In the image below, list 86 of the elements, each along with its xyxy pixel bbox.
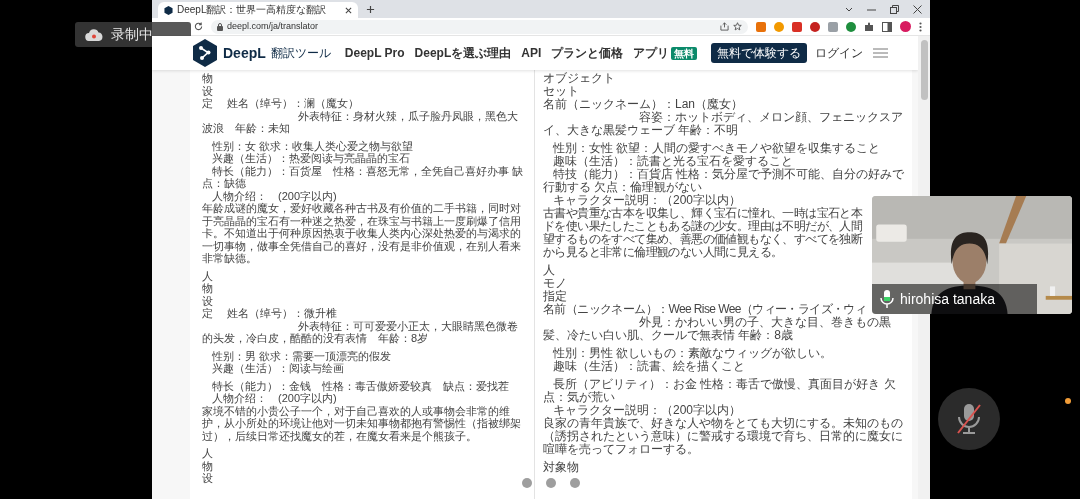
reload-icon[interactable] xyxy=(194,22,203,31)
new-tab-icon[interactable] xyxy=(366,5,375,14)
text-line: 物 xyxy=(202,282,213,295)
text-line: 名前（ニックネーム）：Lan（魔女） xyxy=(543,98,744,111)
new-badge: 無料 xyxy=(671,46,698,60)
text-line: オブジェクト xyxy=(543,72,615,85)
extension-icon[interactable] xyxy=(756,21,766,32)
free-trial-button[interactable]: 無料で体験する xyxy=(711,43,807,63)
close-icon[interactable] xyxy=(345,6,352,14)
text-line: 定 xyxy=(202,307,213,320)
text-line: 特技（能力）：百貨店 性格：気分屋で予測不可能、自分の好みで行動する 欠点：倫理観がない xyxy=(543,168,906,194)
text-line: 外見：かわいい男の子、大きな目、巻きもの黒髪、冷たい白い肌、クールで無表情 年齢：8歳 xyxy=(543,316,892,342)
text-line: 人 xyxy=(202,447,213,460)
text-line: 人物介绍： (200字以内) xyxy=(211,189,337,202)
nav-link[interactable]: DeepL Pro xyxy=(344,44,405,62)
text-line: 设 xyxy=(202,472,213,485)
text-line: 人 xyxy=(543,264,555,277)
text-line: キャラクター説明：（200字以内） xyxy=(552,404,742,417)
brand-name: DeepL xyxy=(223,43,266,63)
text-line: 物 xyxy=(202,72,213,85)
puzzle-icon[interactable] xyxy=(864,21,874,32)
chevron-down-icon[interactable] xyxy=(845,6,853,13)
microphone-icon xyxy=(955,402,983,436)
text-line: 性别：女 欲求：收集人类心爱之物与欲望 xyxy=(211,139,414,152)
text-line: 特长（能力）：百货屋 性格：喜怒无常，全凭自己喜好办事 缺点：缺德 xyxy=(202,164,525,190)
more-icon[interactable] xyxy=(919,21,922,32)
share-icon[interactable] xyxy=(720,22,729,31)
text-line: 年龄成谜的魔女，爱好收藏各种古书及有价值的二手书籍，同时对于亮晶晶的宝石有一种迷之热爱，在珠宝与书籍上一度刷爆了信用卡。不知道出于何种原因热衷于收集人类内心深处热爱的与渴求的一切事物，做事全凭借自己的喜好，没有是非价值观，在别人看来非常缺德。 xyxy=(202,202,522,265)
text-line: 性別：女性 欲望：人間の愛すべきモノや欲望を収集すること xyxy=(552,142,881,155)
url-text: deepl.com/ja/translator xyxy=(227,21,319,32)
text-line: から見ると非常に倫理観のない人間に見える。 xyxy=(543,246,783,259)
text-line: セット xyxy=(543,85,579,98)
browser-tab[interactable]: DeepL翻訳：世界一高精度な翻訳 xyxy=(158,2,358,18)
nav-link[interactable]: プランと価格 xyxy=(551,44,624,62)
text-line: 趣味（生活）：読書と光る宝石を愛すること xyxy=(552,155,793,168)
text-line: 良家の青年貴族で、好きな人や物をとても大切にする。未知のもの（誘拐されたという意味）に警戒する環境で育ち、日常的に魔女に喧嘩を売ってフォローする。 xyxy=(543,417,904,456)
text-line: 性别：男 欲求：需要一顶漂亮的假发 xyxy=(211,349,392,362)
text-line: 対象物 xyxy=(543,461,579,474)
text-line: 设 xyxy=(202,294,213,307)
text-line: ドを使い果たしたこともある謎の少女。理由は不明だが、人間 xyxy=(543,220,863,233)
text-line: 名前（ニックネーム）：Wee Rise Wee（ウィー・ライズ・ウィ xyxy=(543,303,867,316)
text-line: 外表特征：身材火辣，瓜子脸丹凤眼，黑色大波浪 年龄：未知 xyxy=(202,109,519,135)
extension-icon[interactable] xyxy=(810,21,820,32)
nav-link[interactable]: API xyxy=(521,44,542,62)
scrollbar-thumb[interactable] xyxy=(920,40,928,100)
text-line: 兴趣（生活）：阅读与绘画 xyxy=(211,362,344,375)
text-line: 古書や貴重な古本を収集し、輝く宝石に憧れ、一時は宝石と本 xyxy=(543,207,863,220)
microphone-icon xyxy=(880,290,894,308)
text-line: モノ xyxy=(543,277,567,290)
extension-icon[interactable] xyxy=(792,21,802,32)
extension-icon[interactable] xyxy=(828,21,838,32)
lock-icon xyxy=(217,22,223,31)
extension-icon[interactable] xyxy=(846,21,856,32)
text-line: 趣味（生活）：読書、絵を描くこと xyxy=(552,360,745,373)
restore-icon[interactable] xyxy=(890,5,899,14)
text-line: 性別：男性 欲しいもの：素敵なウィッグが欲しい。 xyxy=(552,347,833,360)
cloud-icon xyxy=(85,28,103,41)
text-line: 姓名（绰号）：澜（魔女） xyxy=(227,97,359,110)
deepl-logo-icon xyxy=(164,5,173,15)
profile-avatar[interactable] xyxy=(900,21,911,32)
deepl-logo-icon[interactable] xyxy=(192,39,218,67)
text-line: 定 xyxy=(202,97,213,110)
text-line: 容姿：ホットボディ、メロン顔、フェニックスアイ、大きな黒髪ウェーブ 年齢：不明 xyxy=(543,111,904,137)
product-name: 翻訳ツール xyxy=(270,45,331,62)
text-line: 人物介绍： (200字以内) xyxy=(211,392,337,405)
text-line: 望するものをすべて集め、善悪の価値観もなく、すべてを独断 xyxy=(543,233,863,246)
close-icon[interactable] xyxy=(913,5,922,14)
text-line: 姓名（绰号）：微升椎 xyxy=(227,307,337,320)
text-line: 兴趣（生活）：热爱阅读与亮晶晶的宝石 xyxy=(211,152,410,165)
address-bar[interactable]: deepl.com/ja/translator xyxy=(211,19,748,34)
text-line: 设 xyxy=(202,84,213,97)
star-icon[interactable] xyxy=(733,22,742,31)
nav-link[interactable]: アプリ xyxy=(633,44,670,62)
text-line: 指定 xyxy=(543,290,567,303)
nav-link[interactable]: DeepLを選ぶ理由 xyxy=(414,44,512,62)
text-line: 家境不错的小贵公子一个，对于自己喜欢的人或事物会非常的维护，从小所处的环境让他对一切未知事物都抱有警惕性（指被绑架过），后续日常还找魔女的茬，在魔女看来是个熊孩子。 xyxy=(202,404,522,442)
text-line: 特长（能力）：金钱 性格：毒舌傲娇爱较真 缺点：爱找茬 xyxy=(211,379,509,392)
source-text-panel[interactable] xyxy=(190,70,535,499)
text-line: 外表特征：可可爱爱小正太，大眼睛黑色微卷的头发，冷白皮，酷酷的没有表情 年龄：8岁 xyxy=(202,319,519,345)
text-line: キャラクター説明：（200字以内） xyxy=(553,194,742,207)
sidebar-icon[interactable] xyxy=(882,21,892,32)
text-line: 長所（アビリティ）：お金 性格：毒舌で傲慢、真面目が好き 欠点：気が荒い xyxy=(543,378,897,404)
text-line: 人 xyxy=(202,269,213,282)
login-link[interactable]: ログイン xyxy=(815,44,863,62)
text-line: 物 xyxy=(202,459,213,472)
recording-label: 录制中 xyxy=(111,25,153,44)
